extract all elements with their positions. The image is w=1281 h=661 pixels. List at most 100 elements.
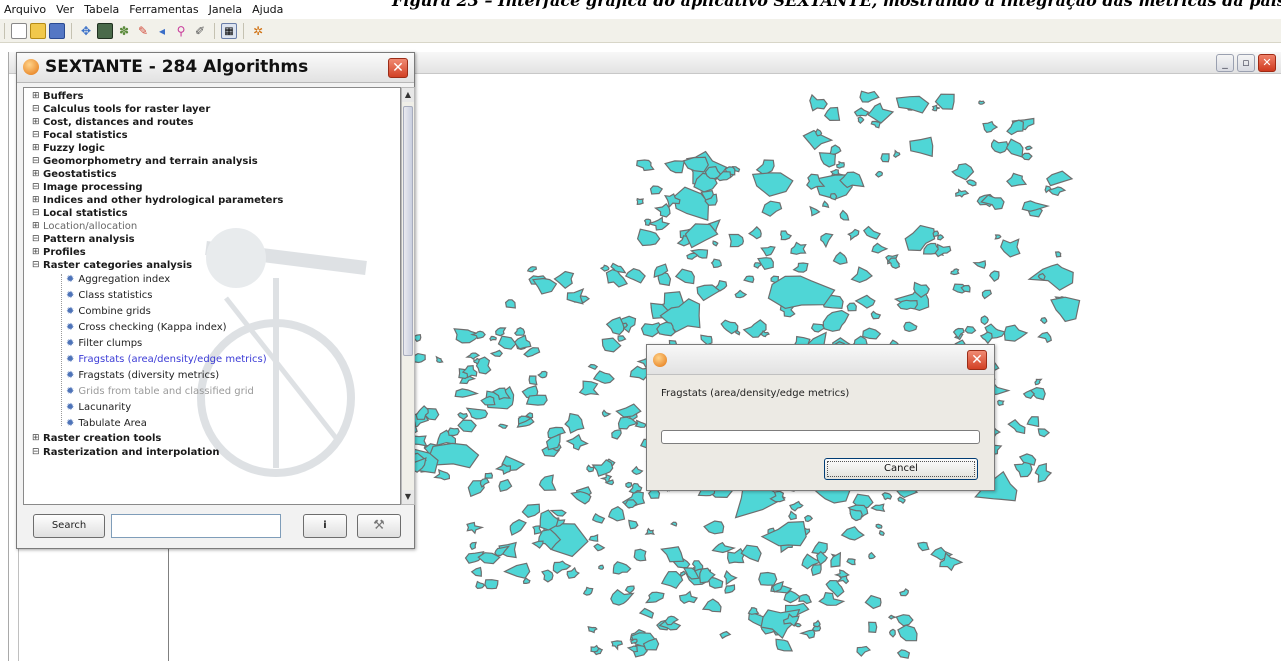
landscape-patch xyxy=(638,607,655,619)
sextante-titlebar[interactable]: SEXTANTE - 284 Algorithms ✕ xyxy=(17,53,414,83)
landscape-patch xyxy=(475,580,486,590)
tools-icon[interactable]: ⚒ xyxy=(357,514,401,538)
tree-category-cost[interactable]: ⊞ Cost, distances and routes xyxy=(32,117,194,128)
tree-algorithm-fragstats-diversity[interactable]: ✹ Fragstats (diversity metrics) xyxy=(66,370,219,382)
tree-category-raster-creation[interactable]: ⊞ Raster creation tools xyxy=(32,433,161,444)
search-button[interactable]: Search xyxy=(33,514,105,538)
menu-tabela[interactable]: Tabela xyxy=(82,2,121,18)
tree-category-buffers[interactable]: ⊞ Buffers xyxy=(32,91,84,102)
edit-icon[interactable]: ✎ xyxy=(135,23,151,39)
landscape-patch xyxy=(1005,138,1024,158)
tree-category-geostatistics[interactable]: ⊞ Geostatistics xyxy=(32,169,117,180)
menu-ver[interactable]: Ver xyxy=(54,2,76,18)
menu-janela[interactable]: Janela xyxy=(207,2,245,18)
algorithm-tree[interactable]: ⊞ Buffers ⊟ Calculus tools for raster laye… xyxy=(23,87,401,505)
open-folder-icon[interactable] xyxy=(30,22,46,39)
tree-category-focal[interactable]: ⊟ Focal statistics xyxy=(32,130,128,141)
tree-category-fuzzy[interactable]: ⊞ Fuzzy logic xyxy=(32,143,105,154)
scroll-up-arrow-icon[interactable]: ▲ xyxy=(402,88,414,102)
landscape-patch xyxy=(541,569,554,583)
landscape-patch xyxy=(489,335,498,342)
landscape-patch xyxy=(570,490,592,505)
sextante-icon[interactable]: ✲ xyxy=(250,23,266,39)
landscape-patch xyxy=(868,621,878,634)
landscape-patch xyxy=(964,325,977,334)
landscape-patch xyxy=(1024,145,1033,151)
tree-category-indices[interactable]: ⊞ Indices and other hydrological paramete… xyxy=(32,195,283,206)
landscape-patch xyxy=(1034,378,1043,386)
landscape-patch xyxy=(624,499,638,509)
search-input[interactable] xyxy=(111,514,281,538)
scroll-down-arrow-icon[interactable]: ▼ xyxy=(402,490,414,504)
algorithm-gear-icon: ✹ xyxy=(66,418,75,429)
edit-layer-icon[interactable]: ✐ xyxy=(192,23,208,39)
new-file-icon[interactable] xyxy=(11,22,27,39)
landscape-patch xyxy=(868,551,876,560)
calculator-icon[interactable]: ▦ xyxy=(221,22,237,39)
landscape-patch xyxy=(892,149,901,158)
dialog-close-button[interactable]: ✕ xyxy=(967,350,987,370)
landscape-patch xyxy=(649,185,664,195)
landscape-patch xyxy=(599,264,610,272)
cancel-button[interactable]: Cancel xyxy=(824,458,978,480)
menu-arquivo[interactable]: Arquivo xyxy=(2,2,48,18)
vertex-icon[interactable]: ◂ xyxy=(154,23,170,39)
menu-ferramentas[interactable]: Ferramentas xyxy=(127,2,200,18)
save-icon[interactable] xyxy=(49,22,65,39)
landscape-patch xyxy=(780,230,793,241)
landscape-patch xyxy=(723,570,738,586)
tree-category-profiles[interactable]: ⊞ Profiles xyxy=(32,247,86,258)
landscape-patch xyxy=(997,399,1005,407)
landscape-patch xyxy=(747,607,760,615)
tree-algorithm-aggregation-index[interactable]: ✹ Aggregation index xyxy=(66,274,170,286)
tree-algorithm-fragstats-area[interactable]: ✹ Fragstats (area/density/edge metrics) xyxy=(66,354,267,366)
landscape-patch xyxy=(888,628,896,638)
minimize-button[interactable]: _ xyxy=(1216,54,1234,72)
tree-scrollbar[interactable]: ▲ ▼ xyxy=(401,87,415,505)
tree-algorithm-filter-clumps[interactable]: ✹ Filter clumps xyxy=(66,338,142,350)
tree-category-location-allocation[interactable]: ⊞ Location/allocation xyxy=(32,221,137,232)
tree-algorithm-lacunarity[interactable]: ✹ Lacunarity xyxy=(66,402,131,414)
landscape-patch xyxy=(833,569,850,579)
landscape-patch xyxy=(1018,453,1037,466)
landscape-patch xyxy=(857,116,865,125)
layer-icon[interactable]: ✽ xyxy=(116,23,132,39)
algorithm-gear-icon: ✹ xyxy=(66,306,75,317)
landscape-patch xyxy=(862,327,882,340)
toolbar-grip[interactable] xyxy=(4,22,5,39)
landscape-patch xyxy=(878,529,885,536)
tree-category-raster-categories[interactable]: ⊟ Raster categories analysis xyxy=(32,260,192,271)
info-button[interactable]: i xyxy=(303,514,347,538)
sextante-close-button[interactable]: ✕ xyxy=(388,58,408,78)
landscape-patch xyxy=(988,270,1000,282)
tree-algorithm-tabulate-area[interactable]: ✹ Tabulate Area xyxy=(66,418,147,430)
scroll-thumb[interactable] xyxy=(403,106,413,356)
add-layer-icon[interactable]: ✥ xyxy=(78,23,94,39)
landscape-patch xyxy=(678,590,698,604)
landscape-patch xyxy=(870,310,882,320)
tree-category-local-statistics[interactable]: ⊟ Local statistics xyxy=(32,208,128,219)
tree-category-rasterization[interactable]: ⊟ Rasterization and interpolation xyxy=(32,447,220,458)
tree-category-calculus[interactable]: ⊟ Calculus tools for raster layer xyxy=(32,104,210,115)
tree-algorithm-grids-from-table[interactable]: ✹ Grids from table and classified grid xyxy=(66,386,254,398)
sextante-title: SEXTANTE - 284 Algorithms xyxy=(45,57,309,77)
tree-algorithm-class-statistics[interactable]: ✹ Class statistics xyxy=(66,290,152,302)
menu-ajuda[interactable]: Ajuda xyxy=(250,2,285,18)
landscape-patch xyxy=(489,349,503,358)
tree-category-pattern-analysis[interactable]: ⊟ Pattern analysis xyxy=(32,234,135,245)
location-icon[interactable]: ⚲ xyxy=(173,23,189,39)
landscape-patch xyxy=(484,579,499,590)
table-icon[interactable] xyxy=(97,22,113,39)
tree-algorithm-combine-grids[interactable]: ✹ Combine grids xyxy=(66,306,151,318)
landscape-patch xyxy=(644,591,665,604)
progress-dialog-titlebar[interactable]: ✕ xyxy=(647,345,994,375)
landscape-patch xyxy=(711,541,736,554)
close-button[interactable]: ✕ xyxy=(1258,54,1276,72)
tree-category-geomorphometry[interactable]: ⊟ Geomorphometry and terrain analysis xyxy=(32,156,258,167)
maximize-button[interactable]: ▫ xyxy=(1237,54,1255,72)
sextante-logo-icon xyxy=(653,353,667,367)
tree-algorithm-cross-checking[interactable]: ✹ Cross checking (Kappa index) xyxy=(66,322,227,334)
tree-category-image-processing[interactable]: ⊟ Image processing xyxy=(32,182,143,193)
landscape-patch xyxy=(916,541,930,552)
landscape-patch xyxy=(818,152,837,168)
